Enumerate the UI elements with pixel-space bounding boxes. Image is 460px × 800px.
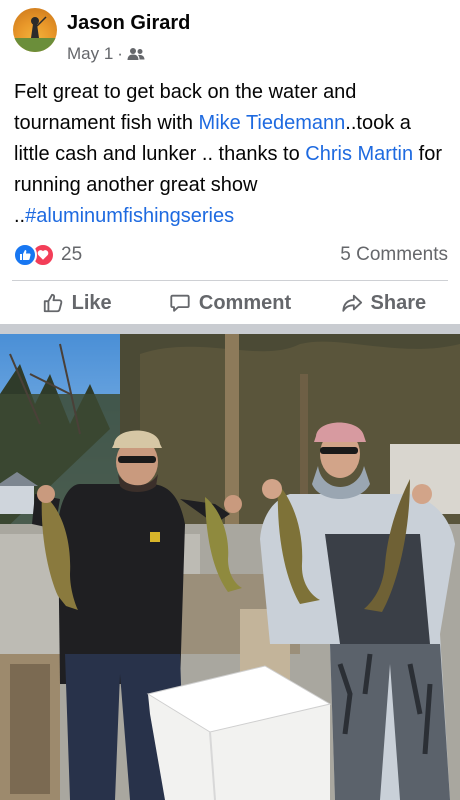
post-meta: May 1 · [67, 44, 145, 64]
like-label: Like [71, 291, 112, 314]
share-arrow-icon [341, 294, 362, 312]
reaction-count: 25 [61, 244, 83, 265]
avatar-silhouette-icon [13, 16, 57, 52]
like-reaction-icon [13, 243, 37, 267]
author-name[interactable]: Jason Girard [67, 12, 190, 35]
action-bar: Like Comment Share [0, 281, 460, 325]
share-button[interactable]: Share [307, 281, 460, 325]
avatar[interactable] [13, 8, 57, 52]
meta-separator: · [117, 44, 123, 63]
post-header: Jason Girard May 1 · [0, 0, 460, 70]
post-photo[interactable] [0, 334, 460, 800]
comment-label: Comment [198, 291, 292, 314]
share-label: Share [370, 291, 427, 314]
comment-button[interactable]: Comment [153, 281, 306, 325]
mention-link[interactable]: Chris Martin [305, 143, 413, 165]
thumbs-up-icon [43, 293, 62, 313]
friends-icon [127, 48, 145, 60]
comments-count[interactable]: 5 Comments [340, 244, 448, 266]
fishing-photo-image [0, 334, 460, 800]
hashtag-link[interactable]: #aluminumfishingseries [25, 205, 234, 227]
post-date[interactable]: May 1 [67, 44, 113, 64]
comment-icon [170, 294, 190, 312]
like-button[interactable]: Like [0, 281, 153, 325]
post-text: Felt great to get back on the water and … [14, 77, 450, 232]
section-gap [0, 324, 460, 334]
reactions-summary[interactable]: 25 [13, 243, 82, 267]
mention-link[interactable]: Mike Tiedemann [199, 112, 346, 134]
